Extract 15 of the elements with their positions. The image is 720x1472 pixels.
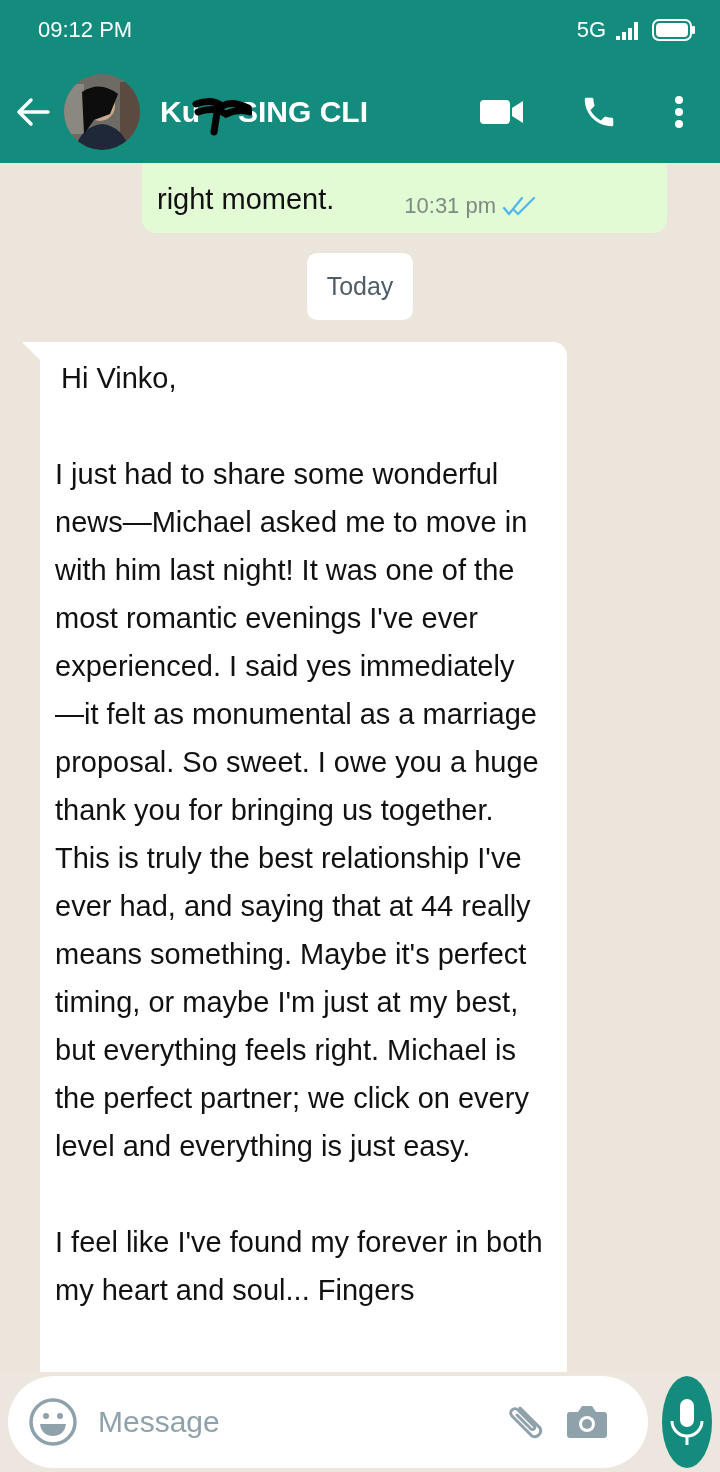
video-camera-icon[interactable] [480, 97, 524, 126]
message-text: Hi Vinko, [60, 361, 178, 396]
message-text: I just had to share some wonderful news—Michael asked me to move in with him last night! It was one of the most romantic evenings I've ever experienced. I said yes immediately —it felt as monumental as a marriage proposal. So sweet. I owe you a huge thank you for bringing us together. This is truly the best relationship I've ever had, and saying that at 44 really means something. Maybe it's perfect timing, or maybe I'm just at my best, but everything feels right. Michael is the perfect partner; we click on every level and everything is just easy. [55, 457, 540, 1164]
message-time: 10:31 pm [404, 193, 497, 219]
emoji-icon[interactable] [28, 1397, 78, 1447]
camera-icon[interactable] [566, 1404, 608, 1440]
status-time: 09:12 PM [38, 17, 133, 43]
battery-icon [652, 19, 696, 41]
message-text: right moment. [157, 182, 335, 217]
network-label: 5G [576, 17, 606, 43]
message-field[interactable]: Message [98, 1405, 484, 1439]
message-text: I feel like I've found my forever in both my heart and soul... Fingers [55, 1225, 544, 1308]
back-arrow-icon[interactable] [16, 96, 50, 127]
date-label: Today [306, 253, 414, 320]
more-options-icon[interactable] [674, 94, 684, 129]
